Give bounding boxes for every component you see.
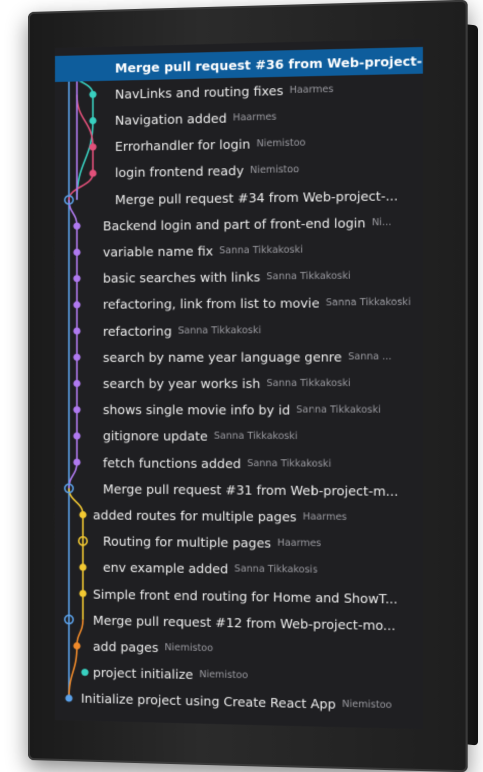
commit-message: Initialize project using Create React Ap… xyxy=(81,691,336,712)
commit-author: Haarmes xyxy=(277,538,321,550)
commit-message: fetch functions added xyxy=(103,455,241,471)
commit-history-panel: Merge pull request #36 from Web-project-… xyxy=(55,39,423,730)
commit-message: search by name year language genre xyxy=(103,349,342,365)
commit-row[interactable]: fetch functions added Sanna Tikkakoski xyxy=(55,449,423,478)
commit-author: Sanna Tikkakosis xyxy=(234,564,317,576)
commit-author: Sanna Tikkakoski xyxy=(178,325,261,336)
commit-author: Sanna Tikkakoski xyxy=(266,378,350,389)
commit-author: Niemistoo xyxy=(199,669,248,681)
commit-message: Simple front end routing for Home and Sh… xyxy=(93,586,398,606)
commit-message: search by year works ish xyxy=(103,376,260,391)
commit-message: added routes for multiple pages xyxy=(93,507,297,524)
commit-message: NavLinks and routing fixes xyxy=(115,83,283,102)
commit-message: basic searches with links xyxy=(103,269,260,285)
commit-message: Merge pull request #34 from Web-project-… xyxy=(115,188,398,207)
commit-row[interactable]: Merge pull request #31 from Web-project-… xyxy=(55,475,423,504)
commit-row[interactable]: refactoring, link from list to movie Sann… xyxy=(55,289,423,318)
commit-message: add pages xyxy=(93,639,159,655)
commit-row[interactable]: variable name fix Sanna Tikkakoski xyxy=(55,235,423,265)
commit-author: Niemistoo xyxy=(250,164,299,176)
commit-author: Sanna Tikkakoski xyxy=(219,244,303,256)
commit-author: Haarmes xyxy=(303,511,347,523)
commit-author: Niemistoo xyxy=(256,138,305,150)
commit-author: Haarmes xyxy=(233,111,277,123)
commit-row[interactable]: shows single movie info by id Sanna Tikka… xyxy=(55,397,423,424)
commit-message: Merge pull request #36 from Web-project-… xyxy=(115,52,423,75)
commit-message: login frontend ready xyxy=(115,163,244,180)
commit-message: Merge pull request #31 from Web-project-… xyxy=(103,481,398,499)
commit-author: Sanna Tikkakoski xyxy=(296,404,381,415)
commit-row[interactable]: added routes for multiple pages Haarmes xyxy=(55,501,423,531)
commit-message: Merge pull request #12 from Web-project-… xyxy=(93,612,396,633)
commit-author: Ni... xyxy=(372,217,392,229)
commit-message: shows single movie info by id xyxy=(103,402,290,418)
commit-row[interactable]: refactoring Sanna Tikkakoski xyxy=(55,316,423,344)
commit-message: Errorhandler for login xyxy=(115,137,250,155)
commit-message: refactoring xyxy=(103,323,172,338)
commit-message: refactoring, link from list to movie xyxy=(103,296,320,312)
commit-author: Niemistoo xyxy=(165,642,213,654)
commit-message: env example added xyxy=(103,560,228,577)
commit-message: Backend login and part of front-end logi… xyxy=(103,215,366,233)
commit-row[interactable]: gitignore update Sanna Tikkakoski xyxy=(55,423,423,451)
commit-row[interactable]: basic searches with links Sanna Tikkakosk… xyxy=(55,262,423,291)
commit-author: Haarmes xyxy=(290,84,334,96)
commit-author: Sanna ... xyxy=(348,351,392,362)
commit-author: Niemistoo xyxy=(342,699,392,711)
commit-message: variable name fix xyxy=(103,243,213,259)
commit-row[interactable]: Backend login and part of front-end logi… xyxy=(55,208,423,239)
commit-message: project initialize xyxy=(93,665,193,682)
commit-author: Sanna Tikkakoski xyxy=(247,458,331,470)
commit-message: gitignore update xyxy=(103,428,208,444)
commit-row[interactable]: search by name year language genre Sanna … xyxy=(55,343,423,370)
commit-row[interactable]: search by year works ish Sanna Tikkakoski xyxy=(55,370,423,397)
commit-message: Navigation added xyxy=(115,110,227,127)
commit-author: Sanna Tikkakoski xyxy=(266,271,350,283)
commit-author: Sanna Tikkakoski xyxy=(214,431,298,442)
commit-author: Sanna Tikkakoski xyxy=(326,297,411,309)
commit-message: Routing for multiple pages xyxy=(103,534,271,551)
